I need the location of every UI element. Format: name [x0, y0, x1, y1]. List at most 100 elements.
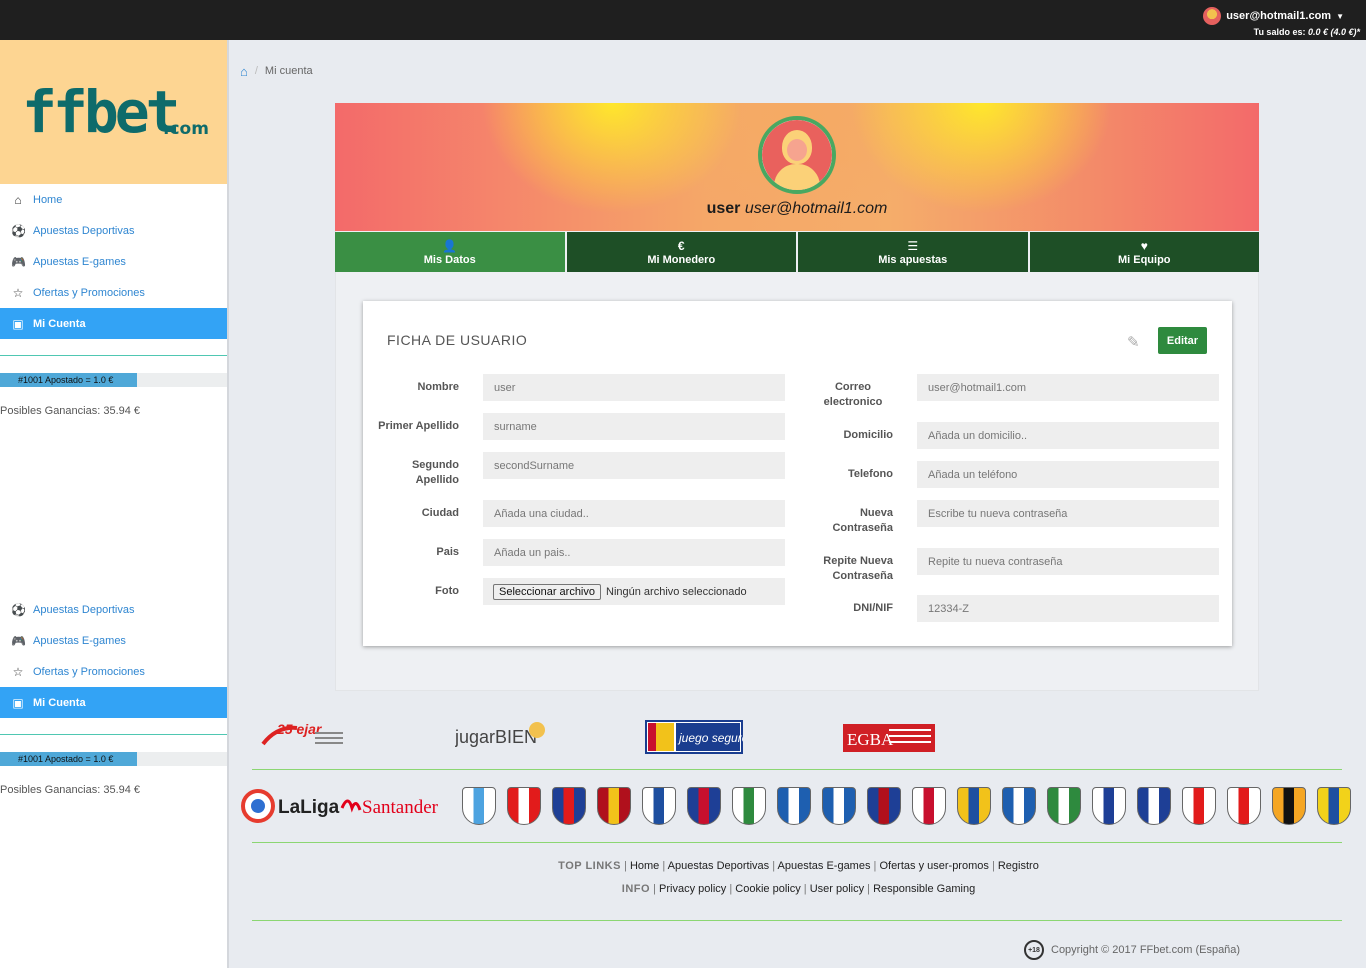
footer-link-apuestas-deportivas[interactable]: Apuestas Deportivas: [668, 860, 770, 872]
nombre-field[interactable]: user: [483, 374, 785, 401]
club-crest-icon[interactable]: [1047, 787, 1081, 825]
club-crest-icon[interactable]: [1272, 787, 1306, 825]
club-crest-icon[interactable]: [1002, 787, 1036, 825]
select-file-button[interactable]: Seleccionar archivo: [493, 583, 601, 600]
sidebar-item-mi-cuenta[interactable]: ▣ Mi Cuenta: [0, 308, 227, 339]
profile-tabs: 👤 Mis Datos € Mi Monedero ☰ Mis apuestas…: [335, 232, 1259, 272]
user-menu[interactable]: user@hotmail1.com ▼: [1203, 7, 1344, 25]
sidebar-item-label: Mi Cuenta: [33, 696, 86, 709]
logo[interactable]: ffbet .com: [0, 40, 227, 184]
segundo-apellido-field[interactable]: secondSurname: [483, 452, 785, 479]
club-crest-icon[interactable]: [687, 787, 721, 825]
club-crest-icon[interactable]: [1182, 787, 1216, 825]
sidebar-item-apuestas-egames[interactable]: 🎮 Apuestas E-games: [0, 246, 227, 277]
ciudad-field[interactable]: Añada una ciudad..: [483, 500, 785, 527]
foto-file-input[interactable]: Seleccionar archivo Ningún archivo selec…: [483, 578, 785, 605]
footer-link-user-policy[interactable]: User policy: [810, 883, 864, 895]
breadcrumb: ⌂ / Mi cuenta: [231, 58, 1366, 84]
correo-field[interactable]: user@hotmail1.com: [917, 374, 1219, 401]
club-crest-icon[interactable]: [912, 787, 946, 825]
club-crest-icon[interactable]: [1317, 787, 1351, 825]
jugarbien-logo[interactable]: jugarBIEN: [455, 714, 547, 758]
list-icon: ☰: [907, 238, 919, 253]
egba-logo[interactable]: EGBA: [841, 714, 937, 758]
divider: [252, 842, 1342, 843]
field-label: Nombre: [417, 381, 459, 393]
field-label: DNI/NIF: [853, 602, 893, 614]
club-crest-icon[interactable]: [822, 787, 856, 825]
club-crest-icon[interactable]: [777, 787, 811, 825]
edit-button[interactable]: Editar: [1158, 327, 1207, 354]
club-crest-icon[interactable]: [957, 787, 991, 825]
club-crest-icon[interactable]: [507, 787, 541, 825]
top-links: TOP LINKS | Home | Apuestas Deportivas |…: [558, 860, 1039, 872]
sidebar-item-home[interactable]: ⌂ Home: [0, 184, 227, 215]
star-icon: ☆: [12, 285, 24, 300]
sidebar-item-label: Apuestas E-games: [33, 634, 126, 647]
info-heading: INFO: [621, 883, 651, 895]
tab-label: Mi Monedero: [647, 253, 716, 266]
footer-link-cookie[interactable]: Cookie policy: [735, 883, 800, 895]
tab-mi-monedero[interactable]: € Mi Monedero: [566, 232, 796, 272]
club-crest-icon[interactable]: [732, 787, 766, 825]
tab-mis-datos[interactable]: 👤 Mis Datos: [335, 232, 565, 272]
sidebar-item-ofertas[interactable]: ☆ Ofertas y Promociones: [0, 277, 227, 308]
profile-name: user user@hotmail1.com: [335, 200, 1259, 218]
home-icon[interactable]: ⌂: [240, 64, 248, 79]
club-crest-icon[interactable]: [552, 787, 586, 825]
tab-label: Mis apuestas: [878, 253, 948, 266]
club-crest-icon[interactable]: [1227, 787, 1261, 825]
sidebar-item-mi-cuenta[interactable]: ▣ Mi Cuenta: [0, 687, 227, 718]
tab-mi-equipo[interactable]: ♥ Mi Equipo: [1029, 232, 1259, 272]
footer-link-ofertas[interactable]: Ofertas y user-promos: [879, 860, 988, 872]
plus18-badge-icon: +18: [1024, 940, 1044, 960]
telefono-field[interactable]: Añada un teléfono: [917, 461, 1219, 488]
footer-link-apuestas-egames[interactable]: Apuestas E-games: [778, 860, 871, 872]
user-email: user@hotmail1.com: [1226, 10, 1332, 22]
id-card-icon: ▣: [12, 316, 24, 331]
logo-main: ffbet: [22, 78, 181, 146]
club-crest-icon[interactable]: [462, 787, 496, 825]
footer-link-responsible-gaming[interactable]: Responsible Gaming: [873, 883, 975, 895]
juego-seguro-logo[interactable]: juego seguro: [645, 714, 743, 758]
club-crest-icon[interactable]: [1137, 787, 1171, 825]
repite-contrasena-field[interactable]: Repite tu nueva contraseña: [917, 548, 1219, 575]
breadcrumb-current: Mi cuenta: [264, 65, 313, 77]
sidebar-item-label: Ofertas y Promociones: [33, 286, 145, 299]
nueva-contrasena-field[interactable]: Escribe tu nueva contraseña: [917, 500, 1219, 527]
laliga-santander-logo[interactable]: LaLiga Santander: [240, 786, 454, 826]
primer-apellido-field[interactable]: surname: [483, 413, 785, 440]
club-crest-icon[interactable]: [597, 787, 631, 825]
ejar-logo[interactable]: 25 ejar: [257, 714, 347, 758]
club-crest-icon[interactable]: [1092, 787, 1126, 825]
heart-icon: ♥: [1140, 238, 1148, 253]
sidebar-item-ofertas[interactable]: ☆ Ofertas y Promociones: [0, 656, 227, 687]
profile-avatar: [758, 116, 836, 194]
svg-text:25 ejar: 25 ejar: [276, 721, 323, 737]
edit-icon[interactable]: ✎: [1127, 333, 1140, 351]
dni-field[interactable]: 12334-Z: [917, 595, 1219, 622]
id-card-icon: ▣: [12, 695, 24, 710]
footer-link-privacy[interactable]: Privacy policy: [659, 883, 726, 895]
club-crest-icon[interactable]: [867, 787, 901, 825]
divider: [0, 355, 227, 356]
breadcrumb-separator: /: [254, 65, 258, 77]
field-label: Repite Nueva Contraseña: [823, 555, 893, 582]
club-logos: LaLiga Santander: [240, 784, 1356, 828]
footer-link-registro[interactable]: Registro: [998, 860, 1039, 872]
sidebar-item-apuestas-egames[interactable]: 🎮 Apuestas E-games: [0, 625, 227, 656]
tab-mis-apuestas[interactable]: ☰ Mis apuestas: [798, 232, 1028, 272]
sidebar-item-apuestas-deportivas[interactable]: ⚽ Apuestas Deportivas: [0, 215, 227, 246]
bet-progress: #1001 Apostado = 1.0 €: [0, 752, 227, 766]
club-crest-icon[interactable]: [642, 787, 676, 825]
svg-text:jugarBIEN: jugarBIEN: [455, 727, 537, 747]
sidebar-item-apuestas-deportivas[interactable]: ⚽ Apuestas Deportivas: [0, 594, 227, 625]
field-label: Ciudad: [421, 507, 459, 519]
footer-link-home[interactable]: Home: [630, 860, 659, 872]
svg-text:juego seguro: juego seguro: [677, 731, 743, 745]
soccer-ball-icon: ⚽: [11, 602, 26, 617]
domicilio-field[interactable]: Añada un domicilio..: [917, 422, 1219, 449]
info-links: INFO | Privacy policy | Cookie policy | …: [621, 883, 976, 895]
pais-field[interactable]: Añada un pais..: [483, 539, 785, 566]
euro-icon: €: [677, 238, 685, 253]
